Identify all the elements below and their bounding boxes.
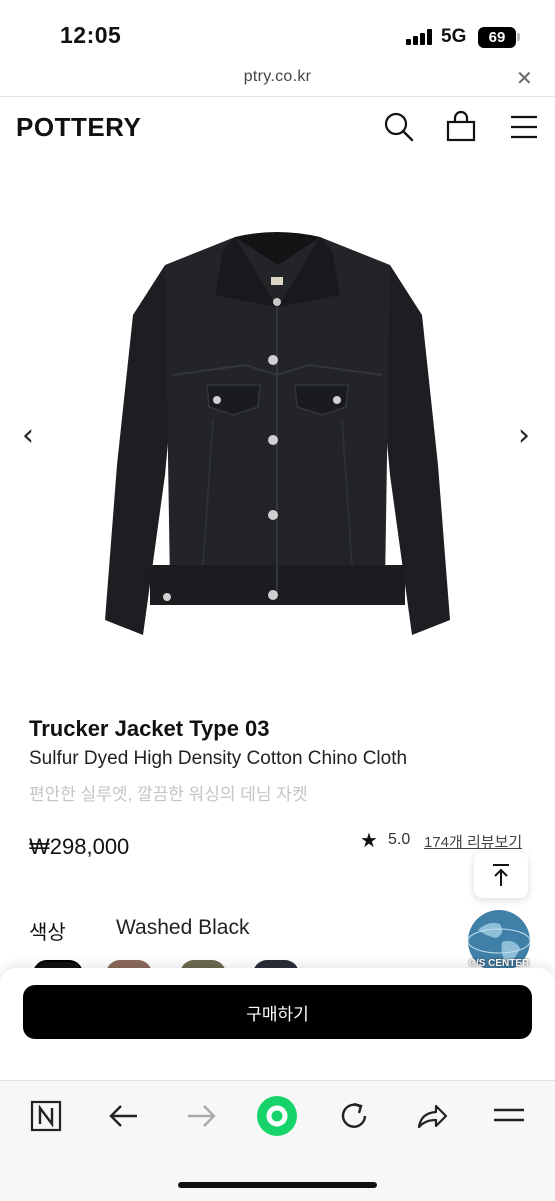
signal-icon xyxy=(406,28,434,45)
battery-cap xyxy=(517,33,520,41)
color-value: Washed Black xyxy=(116,916,250,939)
share-icon[interactable] xyxy=(411,1096,451,1136)
green-home-icon[interactable] xyxy=(256,1095,298,1137)
search-icon[interactable] xyxy=(382,110,416,144)
refresh-icon[interactable] xyxy=(334,1096,374,1136)
color-label: 색상 xyxy=(29,922,66,944)
review-link[interactable]: 174개 리뷰보기 xyxy=(424,831,522,852)
site-logo[interactable]: POTTERY xyxy=(16,112,141,143)
bag-icon[interactable] xyxy=(444,110,478,144)
buy-button[interactable]: 구매하기 xyxy=(23,985,532,1039)
product-subtitle: Sulfur Dyed High Density Cotton Chino Cl… xyxy=(29,748,408,769)
product-image[interactable] xyxy=(95,225,460,645)
home-indicator xyxy=(178,1182,377,1188)
menu-icon[interactable] xyxy=(507,110,541,144)
product-price: ₩298,000 xyxy=(29,834,130,859)
close-icon[interactable]: ✕ xyxy=(516,66,533,91)
forward-arrow-icon[interactable] xyxy=(181,1096,221,1136)
network-type: 5G xyxy=(441,26,467,47)
divider xyxy=(0,96,555,97)
url-text[interactable]: ptry.co.kr xyxy=(0,68,555,86)
menu-lines-icon[interactable] xyxy=(489,1096,529,1136)
naver-n-icon[interactable] xyxy=(26,1096,66,1136)
product-title: Trucker Jacket Type 03 xyxy=(29,716,270,741)
back-arrow-icon[interactable] xyxy=(104,1096,144,1136)
scroll-top-button[interactable] xyxy=(474,852,528,898)
status-time: 12:05 xyxy=(60,22,122,48)
prev-image-arrow[interactable]: ‹ xyxy=(22,418,34,453)
product-description: 편안한 실루엣, 깔끔한 워싱의 데님 자켓 xyxy=(29,785,308,804)
star-icon: ★ xyxy=(360,830,378,852)
battery-icon: 69 xyxy=(478,27,516,48)
arrow-up-icon xyxy=(493,864,509,886)
next-image-arrow[interactable]: › xyxy=(518,418,530,453)
rating-value: 5.0 xyxy=(388,831,411,848)
